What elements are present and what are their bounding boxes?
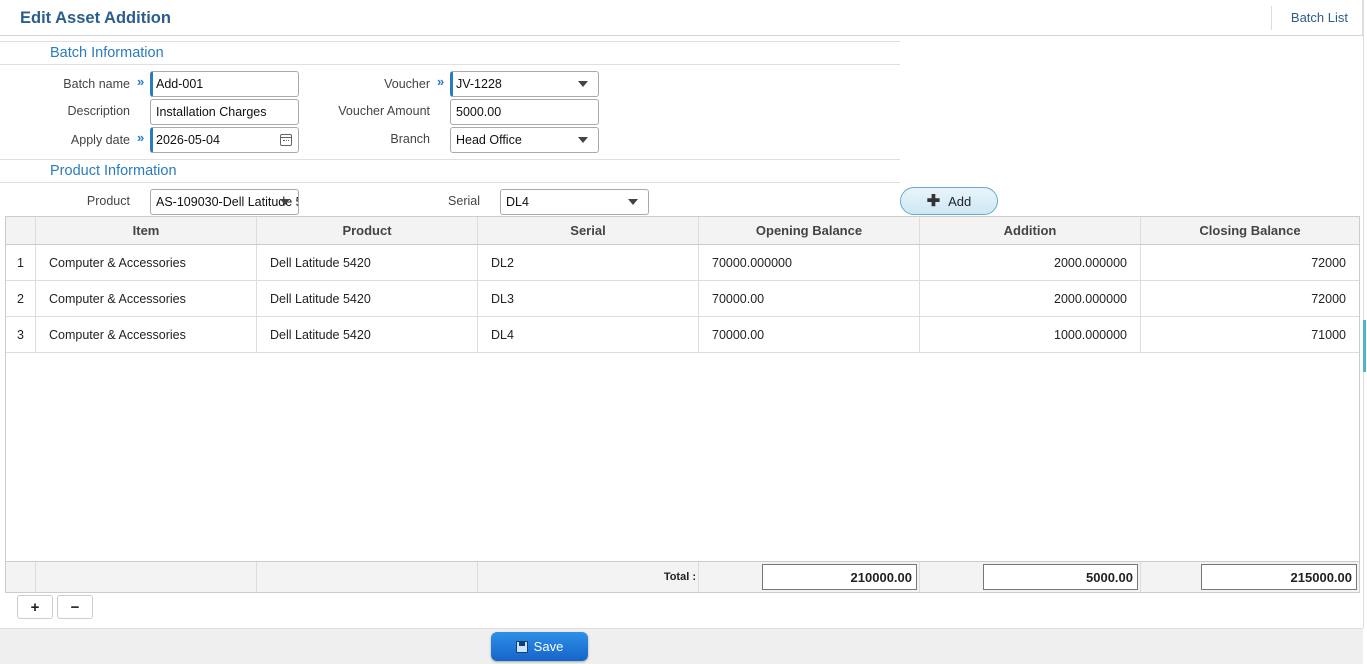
serial-label: Serial [448, 194, 480, 208]
chevron-down-icon [628, 199, 638, 205]
batch-name-label: Batch name [63, 77, 130, 91]
product-value: AS-109030-Dell Latitude 5420 [156, 195, 298, 209]
asset-grid: Item Product Serial Opening Balance Addi… [5, 216, 1360, 593]
cell-opening-balance[interactable]: 70000.000000 [699, 245, 920, 280]
apply-date-value: 2026-05-04 [156, 133, 220, 147]
remove-row-button[interactable]: − [57, 595, 93, 619]
page-header: Edit Asset Addition Batch List [0, 0, 1363, 36]
column-header-closing-balance[interactable]: Closing Balance [1141, 217, 1359, 244]
section-divider [0, 182, 900, 183]
plus-icon: ✚ [926, 193, 941, 210]
table-row[interactable]: 1 Computer & Accessories Dell Latitude 5… [6, 245, 1359, 281]
header-divider [1271, 6, 1272, 30]
voucher-label: Voucher [384, 77, 430, 91]
footer-spacer [6, 562, 36, 592]
cell-item[interactable]: Computer & Accessories [36, 281, 257, 316]
voucher-select[interactable]: JV-1228 [450, 71, 599, 97]
footer-addition-cell: 5000.00 [920, 562, 1141, 592]
voucher-amount-input[interactable]: 5000.00 [450, 99, 599, 125]
batch-info-title: Batch Information [50, 45, 164, 61]
footer-closing-cell: 215000.00 [1141, 562, 1359, 592]
product-label: Product [86, 194, 130, 208]
cell-product[interactable]: Dell Latitude 5420 [257, 317, 478, 352]
section-divider [0, 41, 900, 42]
total-closing-balance: 215000.00 [1201, 564, 1357, 590]
batch-name-input[interactable]: Add-001 [150, 71, 299, 97]
save-disk-icon [515, 640, 528, 653]
cell-closing-balance[interactable]: 71000 [1141, 317, 1359, 352]
right-edge [1363, 0, 1364, 628]
cell-addition[interactable]: 1000.000000 [920, 317, 1141, 352]
add-button-label: Add [948, 193, 972, 209]
cell-opening-balance[interactable]: 70000.00 [699, 317, 920, 352]
chevron-down-icon [578, 81, 588, 87]
column-header-serial[interactable]: Serial [478, 217, 699, 244]
action-bar [0, 628, 1363, 664]
branch-select[interactable]: Head Office [450, 127, 599, 153]
chevron-down-icon [280, 199, 290, 205]
serial-value: DL4 [506, 195, 529, 209]
voucher-amount-label: Voucher Amount [338, 104, 430, 118]
apply-date-input[interactable]: 2026-05-04 [150, 127, 299, 153]
description-input[interactable]: Installation Charges [150, 99, 299, 125]
cell-item[interactable]: Computer & Accessories [36, 317, 257, 352]
cell-addition[interactable]: 2000.000000 [920, 281, 1141, 316]
footer-opening-cell: 210000.00 [699, 562, 920, 592]
column-header-opening-balance[interactable]: Opening Balance [699, 217, 920, 244]
product-info-title: Product Information [50, 163, 177, 179]
section-divider [0, 64, 900, 65]
cell-product[interactable]: Dell Latitude 5420 [257, 281, 478, 316]
cell-product[interactable]: Dell Latitude 5420 [257, 245, 478, 280]
batch-list-link[interactable]: Batch List [1291, 10, 1348, 25]
total-addition: 5000.00 [983, 564, 1138, 590]
row-number: 1 [6, 245, 36, 280]
apply-date-label: Apply date [70, 133, 130, 147]
cell-closing-balance[interactable]: 72000 [1141, 245, 1359, 280]
cell-serial[interactable]: DL4 [478, 317, 699, 352]
footer-spacer [257, 562, 478, 592]
grid-header-row: Item Product Serial Opening Balance Addi… [6, 217, 1359, 245]
footer-total-cell: Total : [478, 562, 699, 592]
cell-closing-balance[interactable]: 72000 [1141, 281, 1359, 316]
row-number: 3 [6, 317, 36, 352]
scroll-indicator[interactable] [1363, 320, 1366, 372]
add-product-button[interactable]: ✚ Add [900, 187, 998, 215]
column-header-addition[interactable]: Addition [920, 217, 1141, 244]
serial-select[interactable]: DL4 [500, 189, 649, 215]
total-opening-balance: 210000.00 [762, 564, 917, 590]
voucher-value: JV-1228 [456, 77, 502, 91]
section-divider [0, 159, 900, 160]
column-header-item[interactable]: Item [36, 217, 257, 244]
required-icon: » [137, 130, 145, 145]
column-header-product[interactable]: Product [257, 217, 478, 244]
product-select[interactable]: AS-109030-Dell Latitude 5420 [150, 189, 299, 215]
branch-value: Head Office [456, 133, 522, 147]
description-label: Description [67, 104, 130, 118]
cell-serial[interactable]: DL3 [478, 281, 699, 316]
cell-serial[interactable]: DL2 [478, 245, 699, 280]
grid-total-row: Total : 210000.00 5000.00 215000.00 [6, 561, 1359, 592]
row-number: 2 [6, 281, 36, 316]
header-row-number [6, 217, 36, 244]
footer-spacer [36, 562, 257, 592]
table-row[interactable]: 2 Computer & Accessories Dell Latitude 5… [6, 281, 1359, 317]
cell-addition[interactable]: 2000.000000 [920, 245, 1141, 280]
save-button[interactable]: Save [491, 632, 588, 661]
required-icon: » [437, 74, 445, 89]
required-icon: » [137, 74, 145, 89]
cell-opening-balance[interactable]: 70000.00 [699, 281, 920, 316]
save-label: Save [533, 639, 564, 654]
page-title: Edit Asset Addition [20, 9, 171, 27]
chevron-down-icon [578, 137, 588, 143]
calendar-icon[interactable] [280, 134, 292, 146]
table-row[interactable]: 3 Computer & Accessories Dell Latitude 5… [6, 317, 1359, 353]
add-row-button[interactable]: + [17, 595, 53, 619]
cell-item[interactable]: Computer & Accessories [36, 245, 257, 280]
total-label: Total : [663, 571, 696, 583]
branch-label: Branch [390, 132, 430, 146]
